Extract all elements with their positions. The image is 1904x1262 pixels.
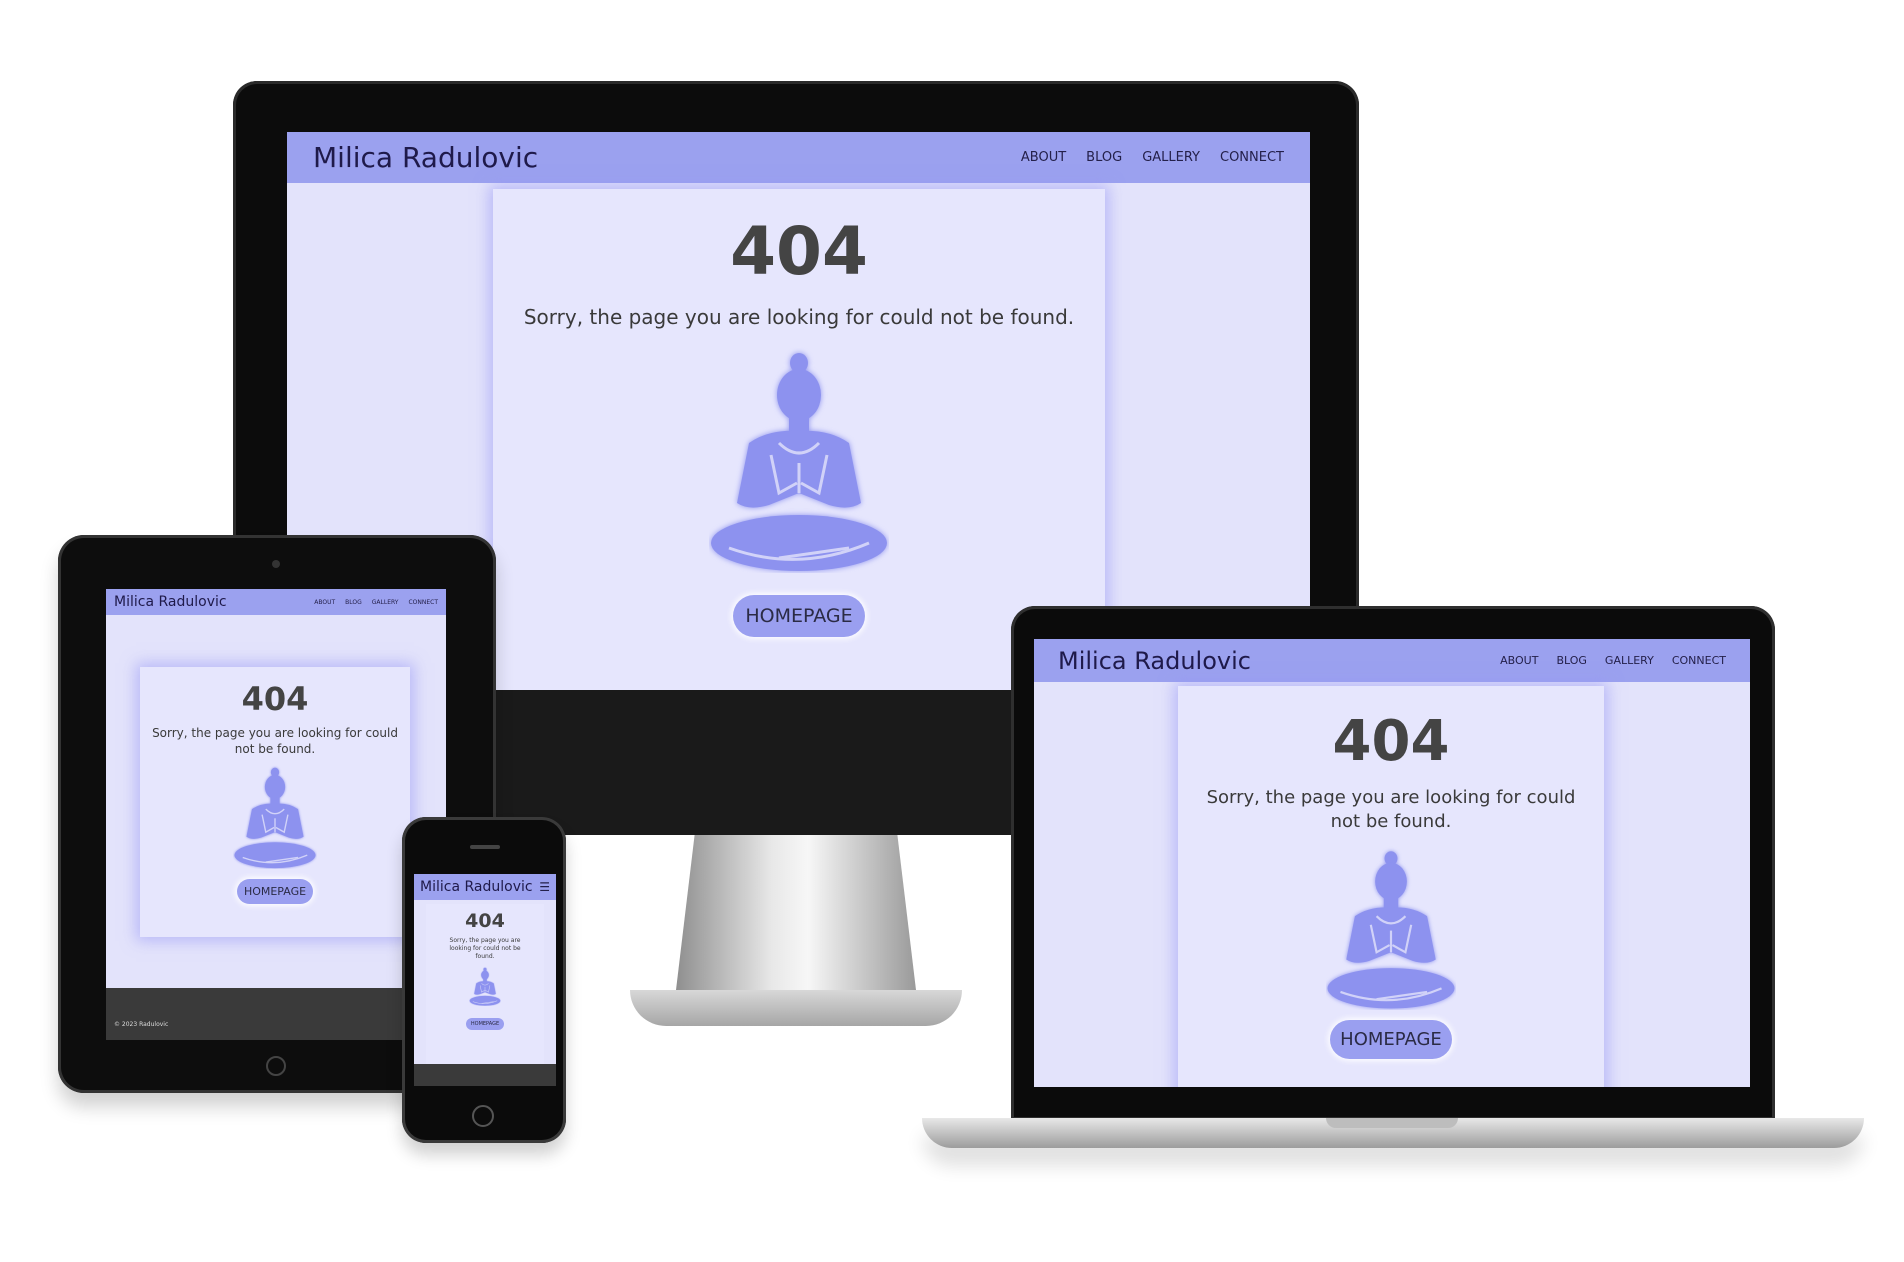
nav-links: ABOUT BLOG GALLERY CONNECT	[1482, 654, 1726, 667]
site-footer	[414, 1064, 556, 1086]
homepage-button[interactable]: HOMEPAGE	[236, 879, 314, 904]
meditating-figure-icon	[469, 966, 501, 1006]
nav-links: ABOUT BLOG GALLERY CONNECT	[1001, 150, 1284, 165]
phone-speaker	[470, 845, 500, 849]
nav-blog[interactable]: BLOG	[345, 599, 362, 606]
meditating-figure-icon	[709, 343, 889, 573]
tablet-navbar: Milica Radulovic ABOUT BLOG GALLERY CONN…	[106, 589, 446, 615]
laptop-screen: Milica Radulovic ABOUT BLOG GALLERY CONN…	[1034, 639, 1750, 1087]
site-brand[interactable]: Milica Radulovic	[313, 141, 538, 174]
meditating-figure-icon	[1326, 844, 1456, 1010]
error-code: 404	[730, 213, 868, 290]
homepage-button[interactable]: HOMEPAGE	[733, 595, 865, 637]
nav-about[interactable]: ABOUT	[1021, 150, 1066, 165]
hamburger-menu-icon[interactable]: ☰	[539, 880, 550, 894]
laptop-navbar: Milica Radulovic ABOUT BLOG GALLERY CONN…	[1034, 639, 1750, 682]
homepage-button[interactable]: HOMEPAGE	[465, 1018, 505, 1030]
phone-screen: Milica Radulovic ☰ 404 Sorry, the page y…	[414, 874, 556, 1086]
error-message: Sorry, the page you are looking for coul…	[152, 726, 398, 756]
error-card: 404 Sorry, the page you are looking for …	[493, 189, 1105, 690]
error-message: Sorry, the page you are looking for coul…	[449, 937, 521, 960]
homepage-button[interactable]: HOMEPAGE	[1330, 1020, 1452, 1059]
tablet-home-button[interactable]	[266, 1056, 286, 1076]
meditating-figure-icon	[233, 763, 317, 869]
laptop-notch	[1326, 1118, 1458, 1128]
error-code: 404	[241, 680, 309, 718]
error-message: Sorry, the page you are looking for coul…	[523, 305, 1075, 329]
error-card: 404 Sorry, the page you are looking for …	[426, 904, 544, 1064]
tablet-screen: Milica Radulovic ABOUT BLOG GALLERY CONN…	[106, 589, 446, 1040]
error-code: 404	[1332, 709, 1450, 774]
tablet-camera	[272, 560, 280, 568]
nav-links: ABOUT BLOG GALLERY CONNECT	[304, 599, 438, 606]
nav-blog[interactable]: BLOG	[1556, 654, 1586, 667]
site-brand[interactable]: Milica Radulovic	[114, 594, 227, 610]
nav-gallery[interactable]: GALLERY	[372, 599, 399, 606]
monitor-stand	[676, 830, 916, 990]
desktop-navbar: Milica Radulovic ABOUT BLOG GALLERY CONN…	[287, 132, 1310, 183]
monitor-base	[630, 990, 962, 1026]
nav-about[interactable]: ABOUT	[1500, 654, 1538, 667]
error-card: 404 Sorry, the page you are looking for …	[1178, 686, 1604, 1087]
phone-navbar: Milica Radulovic ☰	[414, 874, 556, 900]
nav-connect[interactable]: CONNECT	[1672, 654, 1726, 667]
nav-connect[interactable]: CONNECT	[408, 599, 438, 606]
footer-copyright: © 2023 Radulovic	[114, 1021, 169, 1028]
site-brand[interactable]: Milica Radulovic	[420, 879, 533, 895]
nav-blog[interactable]: BLOG	[1086, 150, 1122, 165]
nav-gallery[interactable]: GALLERY	[1605, 654, 1654, 667]
error-code: 404	[465, 910, 505, 932]
error-message: Sorry, the page you are looking for coul…	[1206, 787, 1576, 832]
nav-connect[interactable]: CONNECT	[1220, 150, 1284, 165]
nav-about[interactable]: ABOUT	[314, 599, 335, 606]
error-card: 404 Sorry, the page you are looking for …	[140, 667, 410, 937]
site-brand[interactable]: Milica Radulovic	[1058, 647, 1251, 675]
nav-gallery[interactable]: GALLERY	[1142, 150, 1200, 165]
site-footer: © 2023 Radulovic	[106, 988, 446, 1040]
phone-home-button[interactable]	[472, 1105, 494, 1127]
